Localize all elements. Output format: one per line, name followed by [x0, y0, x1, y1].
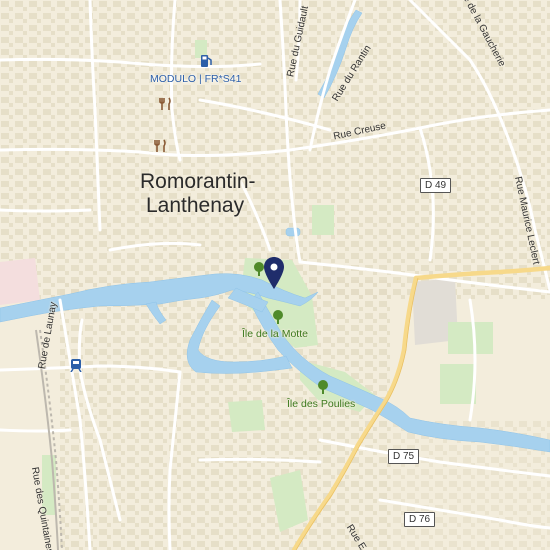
road-shield-d76: D 76 [404, 512, 436, 527]
fuel-icon[interactable] [200, 54, 213, 68]
tree-icon [318, 380, 328, 394]
park-label-ile-des-poulies[interactable]: Île des Poulies [287, 398, 355, 410]
restaurant-icon[interactable] [154, 139, 168, 153]
commercial-area [0, 258, 40, 305]
road-shield-d49: D 49 [420, 178, 452, 193]
road-shield-d75: D 75 [388, 449, 420, 464]
tree-icon [273, 310, 283, 324]
town-name-line2: Lanthenay [146, 194, 245, 217]
train-icon[interactable] [70, 358, 82, 372]
restaurant-icon[interactable] [159, 97, 173, 111]
poi-label-modulo[interactable]: MODULO | FR*S41 [150, 73, 241, 85]
location-pin-icon[interactable] [263, 256, 285, 290]
town-name-line1: Romorantin- [140, 170, 256, 193]
park-label-ile-de-la-motte[interactable]: Île de la Motte [242, 328, 308, 340]
map-view[interactable]: Romorantin- Lanthenay Rue du Guidault Ru… [0, 0, 550, 550]
